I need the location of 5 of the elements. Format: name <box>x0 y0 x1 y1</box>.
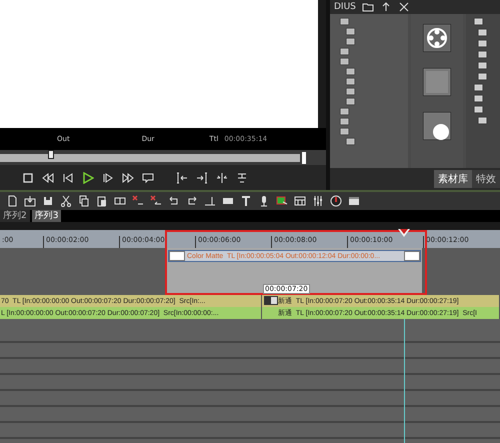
sequence-tab[interactable]: 序列2 <box>0 210 30 222</box>
panel-tab[interactable]: 素材库 <box>434 170 472 188</box>
sequence-tab[interactable]: 序列3 <box>32 210 62 222</box>
app-title: DIUS <box>334 2 356 12</box>
panel-tab[interactable]: 特效 <box>472 170 500 188</box>
